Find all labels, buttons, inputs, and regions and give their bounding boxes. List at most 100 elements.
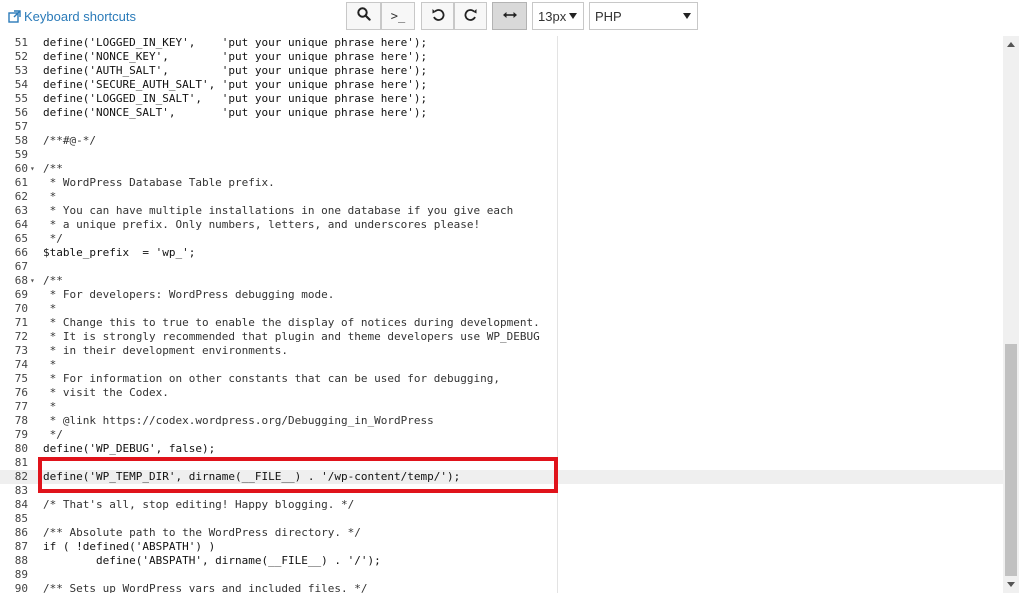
code-line[interactable]: 89 — [0, 568, 1003, 582]
code-line[interactable]: 79 */ — [0, 428, 1003, 442]
line-number: 77 — [14, 400, 28, 413]
code-line[interactable]: 73 * in their development environments. — [0, 344, 1003, 358]
code-line[interactable]: 65 */ — [0, 232, 1003, 246]
code-text: * @link https://codex.wordpress.org/Debu… — [43, 414, 434, 427]
line-number: 60 — [14, 162, 28, 175]
redo-button[interactable] — [454, 2, 487, 30]
code-line[interactable]: 58 /**#@-*/ — [0, 134, 1003, 148]
code-text: * — [43, 190, 57, 203]
undo-button[interactable] — [421, 2, 454, 30]
code-line[interactable]: 86 /** Absolute path to the WordPress dir… — [0, 526, 1003, 540]
line-number: 85 — [14, 512, 28, 525]
code-text: define('NONCE_KEY', 'put your unique phr… — [43, 50, 428, 63]
search-icon — [356, 6, 371, 26]
language-value: PHP — [595, 8, 622, 24]
code-line[interactable]: 63 * You can have multiple installations… — [0, 204, 1003, 218]
code-text: /** Absolute path to the WordPress direc… — [43, 526, 361, 539]
code-text: define('ABSPATH', dirname(__FILE__) . '/… — [43, 554, 381, 567]
line-number: 67 — [14, 260, 28, 273]
code-line[interactable]: 76 * visit the Codex. — [0, 386, 1003, 400]
code-line[interactable]: 84 /* That's all, stop editing! Happy blo… — [0, 498, 1003, 512]
language-select[interactable]: PHP — [589, 2, 698, 30]
line-number: 62 — [14, 190, 28, 203]
code-line[interactable]: 87 if ( !defined('ABSPATH') ) — [0, 540, 1003, 554]
line-number: 53 — [14, 64, 28, 77]
code-line[interactable]: 68 ▾ /** — [0, 274, 1003, 288]
code-line[interactable]: 90 /** Sets up WordPress vars and include… — [0, 582, 1003, 593]
code-line[interactable]: 62 * — [0, 190, 1003, 204]
line-number: 84 — [14, 498, 28, 511]
code-line[interactable]: 59 — [0, 148, 1003, 162]
code-text: define('LOGGED_IN_SALT', 'put your uniqu… — [43, 92, 428, 105]
code-line[interactable]: 74 * — [0, 358, 1003, 372]
line-number: 66 — [14, 246, 28, 259]
font-size-select[interactable]: 13px — [532, 2, 584, 30]
keyboard-shortcuts-link[interactable]: Keyboard shortcuts — [8, 9, 136, 24]
code-line[interactable]: 66 $table_prefix = 'wp_'; — [0, 246, 1003, 260]
line-number: 63 — [14, 204, 28, 217]
line-number: 80 — [14, 442, 28, 455]
code-line[interactable]: 60 ▾ /** — [0, 162, 1003, 176]
code-line[interactable]: 72 * It is strongly recommended that plu… — [0, 330, 1003, 344]
search-button[interactable] — [346, 2, 381, 30]
code-line[interactable]: 82 define('WP_TEMP_DIR', dirname(__FILE__… — [0, 470, 1003, 484]
code-text: if ( !defined('ABSPATH') ) — [43, 540, 216, 553]
code-text: define('NONCE_SALT', 'put your unique ph… — [43, 106, 428, 119]
code-line[interactable]: 81 — [0, 456, 1003, 470]
code-line[interactable]: 88 define('ABSPATH', dirname(__FILE__) .… — [0, 554, 1003, 568]
scrollbar-thumb[interactable] — [1005, 344, 1017, 576]
line-number: 58 — [14, 134, 28, 147]
terminal-icon: >_ — [390, 9, 406, 23]
line-number: 64 — [14, 218, 28, 231]
line-number: 61 — [14, 176, 28, 189]
line-number: 76 — [14, 386, 28, 399]
code-line[interactable]: 78 * @link https://codex.wordpress.org/D… — [0, 414, 1003, 428]
fold-toggle-icon[interactable]: ▾ — [30, 162, 35, 176]
code-line[interactable]: 53 define('AUTH_SALT', 'put your unique p… — [0, 64, 1003, 78]
line-number: 59 — [14, 148, 28, 161]
line-number: 88 — [14, 554, 28, 567]
code-text: * — [43, 358, 57, 371]
code-text: define('SECURE_AUTH_SALT', 'put your uni… — [43, 78, 428, 91]
wrap-toggle-button[interactable] — [492, 2, 527, 30]
code-line[interactable]: 67 — [0, 260, 1003, 274]
code-line[interactable]: 77 * — [0, 400, 1003, 414]
line-number: 72 — [14, 330, 28, 343]
code-line[interactable]: 54 define('SECURE_AUTH_SALT', 'put your u… — [0, 78, 1003, 92]
code-text: /** Sets up WordPress vars and included … — [43, 582, 368, 593]
code-line[interactable]: 55 define('LOGGED_IN_SALT', 'put your uni… — [0, 92, 1003, 106]
code-text: * in their development environments. — [43, 344, 289, 357]
code-text: define('AUTH_SALT', 'put your unique phr… — [43, 64, 428, 77]
code-text: /** — [43, 162, 63, 175]
code-line[interactable]: 80 define('WP_DEBUG', false); — [0, 442, 1003, 456]
line-number: 71 — [14, 316, 28, 329]
scroll-up-icon[interactable] — [1007, 42, 1015, 47]
code-line[interactable]: 69 * For developers: WordPress debugging… — [0, 288, 1003, 302]
code-line[interactable]: 56 define('NONCE_SALT', 'put your unique … — [0, 106, 1003, 120]
line-number: 79 — [14, 428, 28, 441]
code-editor[interactable]: 51 define('LOGGED_IN_KEY', 'put your uniq… — [0, 36, 1003, 593]
code-lines: 51 define('LOGGED_IN_KEY', 'put your uniq… — [0, 36, 1003, 593]
code-line[interactable]: 52 define('NONCE_KEY', 'put your unique p… — [0, 50, 1003, 64]
fold-toggle-icon[interactable]: ▾ — [30, 274, 35, 288]
terminal-button[interactable]: >_ — [381, 2, 415, 30]
scroll-down-icon[interactable] — [1007, 582, 1015, 587]
code-line[interactable]: 70 * — [0, 302, 1003, 316]
code-line[interactable]: 57 — [0, 120, 1003, 134]
line-number: 81 — [14, 456, 28, 469]
line-number: 69 — [14, 288, 28, 301]
code-text: * You can have multiple installations in… — [43, 204, 514, 217]
line-number: 55 — [14, 92, 28, 105]
code-line[interactable]: 83 — [0, 484, 1003, 498]
code-text: /**#@-*/ — [43, 134, 96, 147]
vertical-scrollbar[interactable] — [1003, 36, 1019, 593]
code-line[interactable]: 64 * a unique prefix. Only numbers, lett… — [0, 218, 1003, 232]
line-number: 70 — [14, 302, 28, 315]
code-line[interactable]: 75 * For information on other constants … — [0, 372, 1003, 386]
code-line[interactable]: 71 * Change this to true to enable the d… — [0, 316, 1003, 330]
code-text: * — [43, 400, 57, 413]
code-line[interactable]: 61 * WordPress Database Table prefix. — [0, 176, 1003, 190]
code-line[interactable]: 85 — [0, 512, 1003, 526]
code-line[interactable]: 51 define('LOGGED_IN_KEY', 'put your uniq… — [0, 36, 1003, 50]
chevron-down-icon — [683, 13, 691, 19]
